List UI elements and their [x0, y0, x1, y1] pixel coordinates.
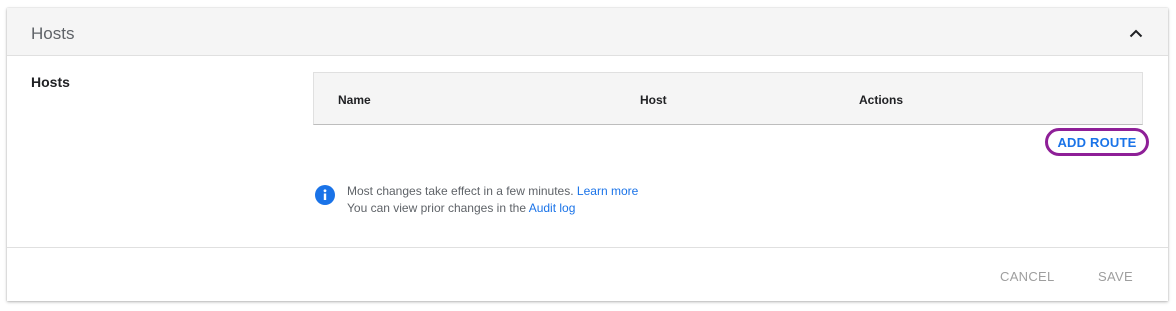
collapse-button[interactable]: [1125, 22, 1147, 44]
learn-more-link[interactable]: Learn more: [577, 184, 638, 198]
panel-footer: CANCEL SAVE: [7, 247, 1168, 302]
chevron-up-icon: [1129, 29, 1143, 37]
info-line-2: You can view prior changes in the Audit …: [347, 200, 638, 217]
info-line-1-text: Most changes take effect in a few minute…: [347, 184, 574, 198]
add-route-button[interactable]: ADD ROUTE: [1045, 128, 1149, 156]
info-icon: [315, 185, 335, 205]
save-button[interactable]: SAVE: [1098, 269, 1133, 284]
audit-log-link[interactable]: Audit log: [529, 201, 576, 215]
column-header-name: Name: [338, 93, 371, 107]
info-line-1: Most changes take effect in a few minute…: [347, 183, 638, 200]
panel-header[interactable]: Hosts: [7, 8, 1168, 56]
panel-title: Hosts: [31, 24, 75, 43]
routes-table: Name Host Actions: [313, 72, 1143, 125]
column-header-actions: Actions: [859, 93, 904, 107]
cancel-button[interactable]: CANCEL: [1000, 269, 1055, 284]
info-message: Most changes take effect in a few minute…: [347, 183, 638, 217]
info-line-2-text: You can view prior changes in the: [347, 201, 527, 215]
section-label: Hosts: [31, 74, 70, 90]
column-header-host: Host: [640, 93, 667, 107]
hosts-panel: Hosts Hosts Name Host Actions ADD ROUTE …: [7, 8, 1168, 301]
